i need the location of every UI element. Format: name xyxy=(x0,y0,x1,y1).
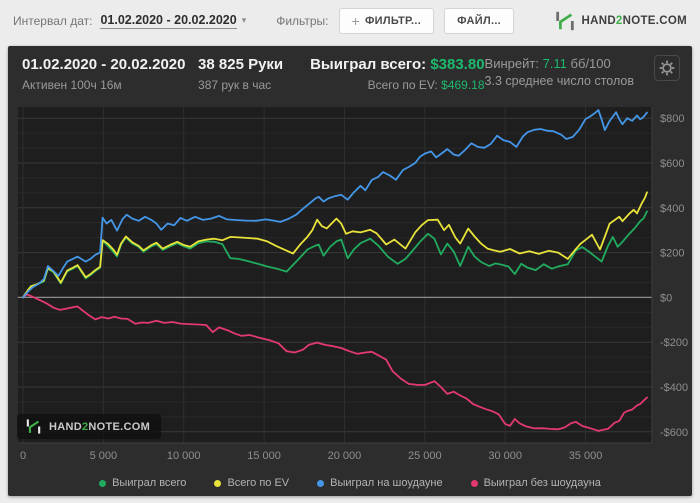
topbar: Интервал дат: 01.02.2020 - 20.02.2020 ▾ … xyxy=(0,0,700,41)
date-interval-label: Интервал дат: xyxy=(13,13,93,28)
svg-text:25 000: 25 000 xyxy=(408,450,442,462)
date-range-selector[interactable]: 01.02.2020 - 20.02.2020 xyxy=(100,13,237,29)
stat-date-range: 01.02.2020 - 20.02.2020 Активен 100ч 16м xyxy=(22,55,198,102)
svg-text:-$400: -$400 xyxy=(660,382,688,394)
legend-dot-pink xyxy=(470,479,478,487)
svg-text:20 000: 20 000 xyxy=(328,450,362,462)
filters-label: Фильтры: xyxy=(276,13,329,28)
active-time: Активен 100ч 16м xyxy=(22,77,122,92)
svg-text:-$200: -$200 xyxy=(660,337,688,349)
logo-text-2: 2 xyxy=(615,14,623,27)
watermark-text: HAND2NOTE.COM xyxy=(49,421,150,433)
filter-button-label: ФИЛЬТР... xyxy=(364,14,422,27)
stat-winrate: Винрейт: 7.11 бб/100 3.3 среднее число с… xyxy=(485,55,634,102)
svg-text:$400: $400 xyxy=(660,203,684,215)
svg-text:30 000: 30 000 xyxy=(488,450,522,462)
winrate-units: бб/100 xyxy=(570,56,611,71)
gear-icon xyxy=(659,60,675,76)
stat-hands: 38 825 Руки 387 рук в час xyxy=(198,55,308,102)
svg-text:$200: $200 xyxy=(660,248,684,260)
svg-text:15 000: 15 000 xyxy=(247,450,281,462)
legend-item-non-showdown[interactable]: Выиграл без шоудауна xyxy=(470,477,601,489)
file-button-label: ФАЙЛ... xyxy=(457,14,502,27)
file-button[interactable]: ФАЙЛ... xyxy=(444,7,515,34)
svg-text:-$600: -$600 xyxy=(660,427,688,439)
hands-count: 38 825 Руки xyxy=(198,56,284,73)
hands-per-hour: 387 рук в час xyxy=(198,77,272,92)
svg-text:35 000: 35 000 xyxy=(569,450,603,462)
hand2note-logo-icon xyxy=(555,11,574,30)
svg-text:$800: $800 xyxy=(660,113,684,125)
add-filter-button[interactable]: + ФИЛЬТР... xyxy=(338,7,435,34)
svg-text:5 000: 5 000 xyxy=(90,450,118,462)
legend-item-won-total[interactable]: Выиграл всего xyxy=(99,477,186,489)
stat-winnings: Выиграл всего: $383.80 Всего по EV: $469… xyxy=(309,55,485,102)
ev-total-line: Всего по EV: $469.18 xyxy=(309,78,485,92)
hand2note-logo-text: HAND2NOTE.COM xyxy=(582,15,688,27)
legend-label: Выиграл без шоудауна xyxy=(483,477,601,489)
stats-header: 01.02.2020 - 20.02.2020 Активен 100ч 16м… xyxy=(8,46,692,102)
logo-text-post: NOTE.COM xyxy=(622,14,687,27)
svg-text:$600: $600 xyxy=(660,158,684,170)
legend-item-showdown[interactable]: Выиграл на шоудауне xyxy=(317,477,443,489)
report-panel: 01.02.2020 - 20.02.2020 Активен 100ч 16м… xyxy=(8,46,692,496)
ev-total-value: $469.18 xyxy=(441,77,485,92)
legend-label: Выиграл всего xyxy=(112,477,187,489)
won-total-label: Выиграл всего: xyxy=(310,56,427,73)
won-total-value: $383.80 xyxy=(430,56,485,73)
avg-tables: 3.3 среднее число столов xyxy=(484,74,634,88)
won-total-line: Выиграл всего: $383.80 xyxy=(309,55,485,75)
chart-watermark: HAND2NOTE.COM xyxy=(17,414,162,439)
settings-button[interactable] xyxy=(654,55,680,81)
legend-label: Всего по EV xyxy=(227,477,290,489)
watermark-text-pre: HAND xyxy=(49,420,82,433)
chart-legend: Выиграл всего Всего по EV Выиграл на шоу… xyxy=(8,470,692,496)
legend-dot-blue xyxy=(317,479,325,487)
watermark-logo-icon xyxy=(26,419,41,434)
date-range-value: 01.02.2020 - 20.02.2020 xyxy=(22,56,186,73)
winrate-value: 7.11 xyxy=(542,56,567,71)
legend-item-ev-total[interactable]: Всего по EV xyxy=(214,477,289,489)
legend-dot-green xyxy=(99,479,107,487)
hand2note-logo[interactable]: HAND2NOTE.COM xyxy=(554,10,688,32)
ev-total-label: Всего по EV: xyxy=(367,77,438,92)
svg-text:10 000: 10 000 xyxy=(167,450,201,462)
legend-dot-yellow xyxy=(214,479,222,487)
watermark-text-post: NOTE.COM xyxy=(88,420,151,433)
winrate-line: Винрейт: 7.11 бб/100 xyxy=(485,56,634,71)
svg-text:0: 0 xyxy=(20,450,26,462)
plus-icon: + xyxy=(351,12,360,29)
chevron-down-icon[interactable]: ▾ xyxy=(242,15,247,26)
svg-text:$0: $0 xyxy=(660,292,672,304)
winrate-label: Винрейт: xyxy=(484,56,539,71)
logo-text-pre: HAND xyxy=(581,14,616,27)
chart-area: $800 $600 $400 $200 $0 -$200 -$400 -$600 0 5 000 1… xyxy=(8,102,692,496)
legend-label: Выиграл на шоудауне xyxy=(330,477,443,489)
